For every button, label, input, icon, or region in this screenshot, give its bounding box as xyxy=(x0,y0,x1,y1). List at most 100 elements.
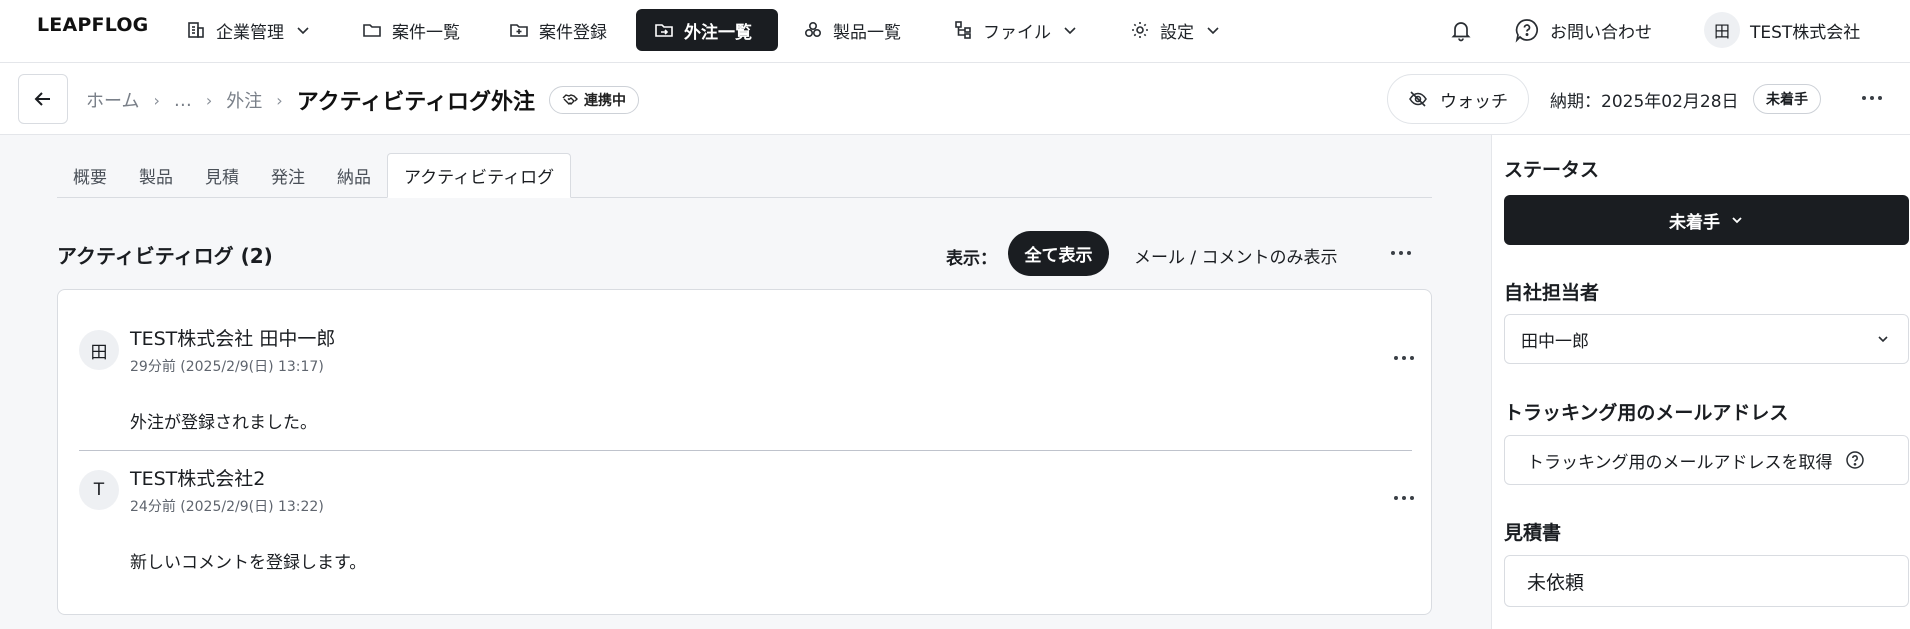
file-tree-icon xyxy=(955,21,971,39)
chevron-down-icon xyxy=(1207,27,1219,35)
breadcrumb: ホーム › … › 外注 › アクティビティログ外注 連携中 xyxy=(86,85,639,115)
breadcrumb-outsourcing[interactable]: 外注 xyxy=(226,87,262,113)
activity-log-card: 田 TEST株式会社 田中一郎 29分前 (2025/2/9(日) 13:17)… xyxy=(57,289,1432,615)
details-side-panel: ステータス 未着手 自社担当者 田中一郎 トラッキング用のメールアドレス トラッ… xyxy=(1491,135,1910,629)
breadcrumb-separator: › xyxy=(153,90,160,110)
dot xyxy=(1394,356,1398,360)
nav-item-label: 設定 xyxy=(1160,22,1194,43)
tab-overview[interactable]: 概要 xyxy=(57,153,123,197)
help-circle-icon xyxy=(1845,451,1864,469)
entry-timestamp: 29分前 (2025/2/9(日) 13:17) xyxy=(130,359,324,375)
linked-status-badge: 連携中 xyxy=(548,86,639,114)
entry-body: 外注が登録されました。 xyxy=(130,413,317,433)
help-chat-icon xyxy=(1515,19,1538,43)
entry-more-menu[interactable] xyxy=(1394,496,1414,500)
page-header: ホーム › … › 外注 › アクティビティログ外注 連携中 ウォッチ 納期：2… xyxy=(0,63,1910,135)
tab-products[interactable]: 製品 xyxy=(123,153,189,197)
top-navigation: LEAPFLOG 企業管理 案件一覧 案件登録 外注一覧 製品一覧 ファイル 設… xyxy=(0,0,1910,63)
building-icon xyxy=(188,22,204,38)
cubes-icon xyxy=(804,21,822,38)
nav-item-label: ファイル xyxy=(983,22,1051,43)
owner-label: 自社担当者 xyxy=(1504,282,1600,304)
nav-item-settings[interactable]: 設定 xyxy=(1112,9,1238,51)
dot xyxy=(1407,251,1411,255)
entry-author: TEST株式会社2 xyxy=(130,468,266,490)
watch-label: ウォッチ xyxy=(1440,91,1508,112)
breadcrumb-separator: › xyxy=(205,90,213,110)
nav-item-outsourcing-list[interactable]: 外注一覧 xyxy=(636,9,778,51)
entry-author: TEST株式会社 田中一郎 xyxy=(130,328,336,350)
due-date: 納期：2025年02月28日 xyxy=(1550,92,1739,112)
nav-item-label: 製品一覧 xyxy=(833,22,901,43)
tab-order[interactable]: 発注 xyxy=(255,153,321,197)
owner-value: 田中一郎 xyxy=(1521,331,1589,352)
chevron-down-icon xyxy=(297,27,309,35)
chevron-down-icon xyxy=(1064,27,1076,35)
avatar: 田 xyxy=(79,330,119,370)
notification-button[interactable] xyxy=(1449,9,1473,51)
nav-item-files[interactable]: ファイル xyxy=(935,9,1095,51)
arrow-left-icon xyxy=(34,92,50,106)
tracking-button-label: トラッキング用のメールアドレスを取得 xyxy=(1527,452,1833,473)
filter-show-all-button[interactable]: 全て表示 xyxy=(1008,231,1109,276)
dot xyxy=(1870,96,1874,100)
nav-item-company-management[interactable]: 企業管理 xyxy=(168,9,328,51)
watch-button[interactable]: ウォッチ xyxy=(1387,74,1529,124)
nav-item-label: 案件登録 xyxy=(539,22,607,43)
tracking-email-label: トラッキング用のメールアドレス xyxy=(1504,402,1789,424)
header-more-menu[interactable] xyxy=(1862,96,1882,100)
entry-timestamp: 24分前 (2025/2/9(日) 13:22) xyxy=(130,499,324,515)
folder-icon xyxy=(363,24,381,37)
detail-tabs: 概要 製品 見積 発注 納品 アクティビティログ xyxy=(57,153,1432,198)
nav-item-product-list[interactable]: 製品一覧 xyxy=(785,9,919,51)
folder-export-icon xyxy=(655,24,673,37)
entry-divider xyxy=(79,450,1412,451)
gear-icon xyxy=(1132,22,1148,38)
contact-label: お問い合わせ xyxy=(1550,22,1652,43)
back-button[interactable] xyxy=(18,74,68,124)
status-value: 未着手 xyxy=(1669,212,1720,233)
dot xyxy=(1878,96,1882,100)
folder-plus-icon xyxy=(510,24,528,37)
app-logo[interactable]: LEAPFLOG xyxy=(37,14,148,36)
nav-item-project-list[interactable]: 案件一覧 xyxy=(344,9,478,51)
breadcrumb-ellipsis[interactable]: … xyxy=(174,90,192,111)
activity-log-title: アクティビティログ (2) xyxy=(57,244,273,268)
breadcrumb-separator: › xyxy=(276,90,283,110)
dot xyxy=(1862,96,1866,100)
status-dropdown-button[interactable]: 未着手 xyxy=(1504,195,1909,245)
nav-item-project-register[interactable]: 案件登録 xyxy=(491,9,625,51)
get-tracking-email-button[interactable]: トラッキング用のメールアドレスを取得 xyxy=(1504,435,1909,485)
avatar: 田 xyxy=(1704,12,1740,48)
tab-estimate[interactable]: 見積 xyxy=(189,153,255,197)
handshake-icon xyxy=(562,94,578,105)
activity-more-menu[interactable] xyxy=(1391,251,1411,255)
entry-more-menu[interactable] xyxy=(1394,356,1414,360)
dot xyxy=(1391,251,1395,255)
contact-link[interactable]: お問い合わせ xyxy=(1514,9,1652,51)
dot xyxy=(1399,251,1403,255)
avatar: T xyxy=(79,470,119,510)
dot xyxy=(1410,356,1414,360)
dot xyxy=(1394,496,1398,500)
filter-label: 表示： xyxy=(946,249,997,269)
quote-value: 未依頼 xyxy=(1527,571,1585,594)
breadcrumb-home[interactable]: ホーム xyxy=(86,87,139,113)
chevron-down-icon xyxy=(1878,336,1888,343)
company-account-menu[interactable]: 田 TEST株式会社 xyxy=(1704,9,1860,51)
chevron-down-icon xyxy=(1732,217,1742,224)
tab-activity-log[interactable]: アクティビティログ xyxy=(387,153,572,198)
page-title: アクティビティログ外注 xyxy=(296,90,535,115)
quote-label: 見積書 xyxy=(1504,522,1562,544)
owner-select[interactable]: 田中一郎 xyxy=(1504,314,1909,364)
entry-body: 新しいコメントを登録します。 xyxy=(130,553,367,573)
tab-delivery[interactable]: 納品 xyxy=(321,153,387,197)
dot xyxy=(1402,356,1406,360)
eye-off-icon xyxy=(1409,91,1427,107)
filter-mail-comment-button[interactable]: メール / コメントのみ表示 xyxy=(1134,243,1338,268)
bell-icon xyxy=(1451,22,1471,42)
nav-item-label: 企業管理 xyxy=(216,22,284,43)
quote-status-field[interactable]: 未依頼 xyxy=(1504,555,1909,607)
nav-item-label: 外注一覧 xyxy=(684,22,752,43)
dot xyxy=(1410,496,1414,500)
